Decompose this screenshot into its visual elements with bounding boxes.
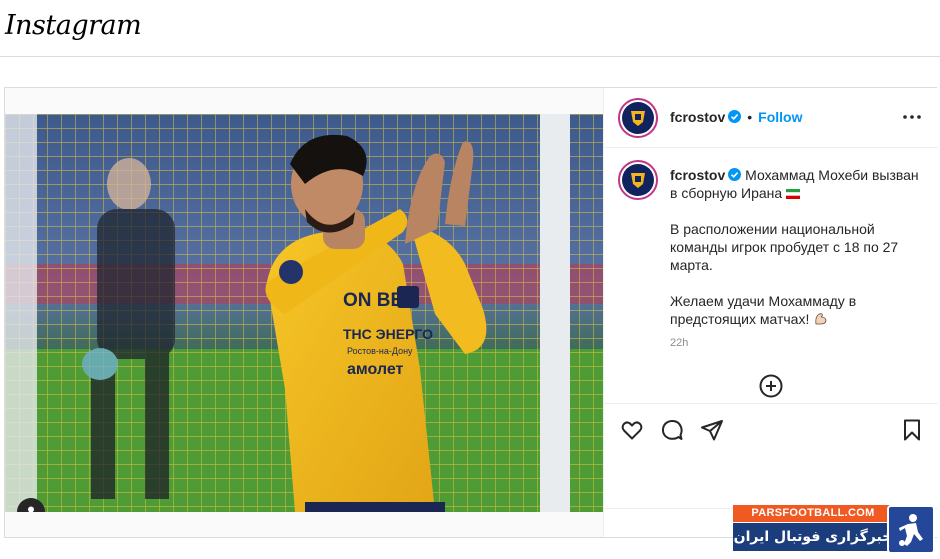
plus-circle-icon[interactable] — [759, 374, 783, 398]
more-options-icon[interactable] — [902, 109, 922, 125]
top-bar: Instagram — [0, 0, 940, 57]
flexed-biceps-icon — [813, 311, 828, 326]
author-username[interactable]: fcrostov — [670, 109, 725, 125]
post-header: fcrostov • Follow — [604, 88, 938, 148]
post-photo[interactable]: ON BET ТНС ЭНЕРГО Ростов-на-Дону амолет — [5, 114, 603, 512]
watermark-site: PARSFOOTBALL.COM — [733, 505, 893, 522]
post-actions — [604, 403, 938, 455]
caption-paragraph-2: В расположении национальной команды игро… — [670, 221, 899, 273]
bookmark-icon[interactable] — [900, 418, 924, 442]
caption-username[interactable]: fcrostov — [670, 167, 725, 183]
post-timestamp[interactable]: 22h — [670, 337, 688, 349]
verified-badge-icon — [728, 168, 742, 181]
heart-icon[interactable] — [620, 418, 644, 442]
watermark-logo-icon — [887, 505, 935, 554]
author-avatar[interactable] — [618, 98, 658, 138]
comment-icon[interactable] — [660, 418, 684, 442]
send-icon[interactable] — [700, 418, 724, 442]
separator-dot: • — [747, 109, 753, 125]
watermark-tagline: خبرگزاری فوتبال ایران — [733, 523, 893, 551]
instagram-logo[interactable]: Instagram — [5, 10, 142, 41]
verified-badge-icon — [728, 110, 742, 123]
sponsor-text-2: ТНС ЭНЕРГО — [343, 326, 433, 342]
sponsor-text-4: амолет — [347, 361, 404, 378]
post-sidebar: fcrostov • Follow fcrostov Мохаммад Мохеби… — [603, 88, 938, 537]
iran-flag-icon — [786, 189, 801, 199]
follow-button[interactable]: Follow — [758, 109, 802, 125]
parsfootball-watermark: PARSFOOTBALL.COM خبرگزاری فوتبال ایران — [733, 505, 938, 554]
post-photo-graphic: ON BET ТНС ЭНЕРГО Ростов-на-Дону амолет — [5, 114, 603, 512]
caption-avatar[interactable] — [618, 160, 658, 200]
post-card: ON BET ТНС ЭНЕРГО Ростов-на-Дону амолет … — [4, 87, 938, 538]
post-caption: fcrostov Мохаммад Мохеби вызван в сборну… — [670, 166, 920, 346]
sponsor-text-3: Ростов-на-Дону — [347, 346, 413, 356]
